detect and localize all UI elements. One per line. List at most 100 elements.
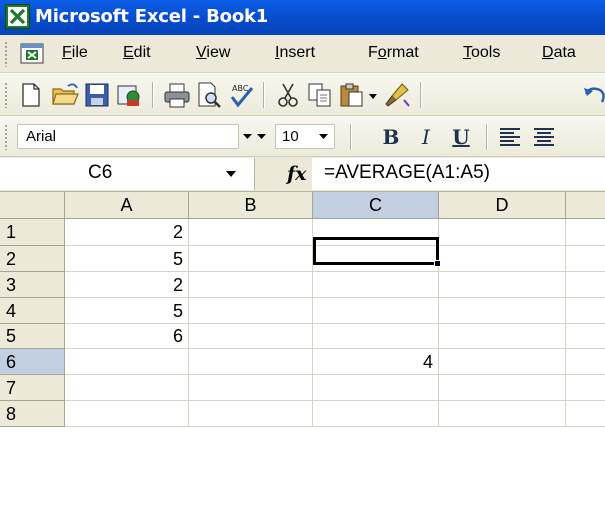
cell-a6[interactable] xyxy=(65,349,189,375)
toolbar-grip[interactable] xyxy=(4,82,8,108)
size-dropdown-arrow-icon[interactable] xyxy=(316,125,332,148)
formatting-grip[interactable] xyxy=(4,124,8,150)
spelling-icon[interactable]: ABC xyxy=(226,80,256,110)
column-header-b[interactable]: B xyxy=(189,192,313,219)
fill-handle[interactable] xyxy=(434,260,441,267)
cell-a4[interactable]: 5 xyxy=(65,298,189,324)
cell-b5[interactable] xyxy=(189,324,313,349)
cell-c5[interactable] xyxy=(313,324,439,349)
workbook-icon[interactable] xyxy=(20,41,46,65)
name-box-value: C6 xyxy=(88,162,113,183)
menu-data[interactable]: Data xyxy=(542,44,576,62)
insert-function-icon[interactable]: fx xyxy=(287,163,307,185)
menu-grip[interactable] xyxy=(4,41,8,67)
name-box-dropdown-icon[interactable] xyxy=(226,171,236,177)
cell-c4[interactable] xyxy=(313,298,439,324)
cell-a8[interactable] xyxy=(65,401,189,427)
align-center-icon[interactable] xyxy=(530,123,558,151)
menu-file[interactable]: File xyxy=(62,44,88,62)
paste-icon[interactable] xyxy=(337,80,367,110)
standard-toolbar: ABC xyxy=(0,73,605,116)
menu-insert[interactable]: Insert xyxy=(275,44,315,62)
row-header-7[interactable]: 7 xyxy=(0,375,65,401)
column-header-d[interactable]: D xyxy=(439,192,566,219)
font-name-select[interactable]: Arial xyxy=(17,124,266,149)
menu-edit[interactable]: Edit xyxy=(123,44,151,62)
toolbar-separator xyxy=(152,82,153,108)
cell-c7[interactable] xyxy=(313,375,439,401)
cell-e7[interactable] xyxy=(566,375,605,401)
permission-icon[interactable] xyxy=(114,80,144,110)
menu-bar: File Edit View Insert Format Tools Data xyxy=(0,35,605,73)
title-bar[interactable]: Microsoft Excel - Book1 xyxy=(0,0,605,35)
cell-e3[interactable] xyxy=(566,272,605,298)
cell-b1[interactable] xyxy=(189,219,313,246)
cell-e4[interactable] xyxy=(566,298,605,324)
cell-a1[interactable]: 2 xyxy=(65,219,189,246)
align-left-icon[interactable] xyxy=(496,123,524,151)
cell-b8[interactable] xyxy=(189,401,313,427)
new-icon[interactable] xyxy=(16,80,46,110)
row-header-6[interactable]: 6 xyxy=(0,349,65,375)
print-preview-icon[interactable] xyxy=(194,80,224,110)
cell-a7[interactable] xyxy=(65,375,189,401)
copy-icon[interactable] xyxy=(305,80,335,110)
cell-d6[interactable] xyxy=(439,349,566,375)
print-icon[interactable] xyxy=(162,80,192,110)
cell-d4[interactable] xyxy=(439,298,566,324)
font-dropdown-arrow-icon[interactable] xyxy=(254,125,270,148)
italic-button[interactable]: I xyxy=(413,124,439,150)
cell-a5[interactable]: 6 xyxy=(65,324,189,349)
row-header-1[interactable]: 1 xyxy=(0,219,65,246)
row-header-5[interactable]: 5 xyxy=(0,324,65,349)
column-header-a[interactable]: A xyxy=(65,192,189,219)
underline-button[interactable]: U xyxy=(448,124,474,150)
open-icon[interactable] xyxy=(50,80,80,110)
cell-b3[interactable] xyxy=(189,272,313,298)
row-header-4[interactable]: 4 xyxy=(0,298,65,324)
cell-c3[interactable] xyxy=(313,272,439,298)
paste-dropdown-arrow-icon[interactable] xyxy=(366,80,380,110)
save-icon[interactable] xyxy=(82,80,112,110)
cell-e2[interactable] xyxy=(566,246,605,272)
cut-icon[interactable] xyxy=(273,80,303,110)
select-all-corner[interactable] xyxy=(0,192,65,219)
cell-a2[interactable]: 5 xyxy=(65,246,189,272)
cell-e8[interactable] xyxy=(566,401,605,427)
name-box[interactable]: C6 xyxy=(0,158,255,190)
cell-b7[interactable] xyxy=(189,375,313,401)
toolbar-separator xyxy=(420,82,421,108)
cell-b4[interactable] xyxy=(189,298,313,324)
cell-e1[interactable] xyxy=(566,219,605,246)
font-dropdown-arrow-icon[interactable] xyxy=(240,124,256,149)
row-header-3[interactable]: 3 xyxy=(0,272,65,298)
cell-d1[interactable] xyxy=(439,219,566,246)
cell-d8[interactable] xyxy=(439,401,566,427)
menu-view[interactable]: View xyxy=(196,44,230,62)
row-header-2[interactable]: 2 xyxy=(0,246,65,272)
cell-c1[interactable] xyxy=(313,219,439,246)
cell-c8[interactable] xyxy=(313,401,439,427)
cell-d5[interactable] xyxy=(439,324,566,349)
menu-tools[interactable]: Tools xyxy=(463,44,500,62)
cell-d7[interactable] xyxy=(439,375,566,401)
bold-button[interactable]: B xyxy=(378,124,404,150)
format-painter-icon[interactable] xyxy=(382,80,412,110)
cell-c6[interactable]: 4 xyxy=(313,349,439,375)
formula-input[interactable]: =AVERAGE(A1:A5) xyxy=(312,158,605,190)
cell-c2[interactable] xyxy=(313,246,439,272)
cell-d3[interactable] xyxy=(439,272,566,298)
toolbar-separator xyxy=(263,82,264,108)
font-size-select[interactable]: 10 xyxy=(275,124,335,149)
undo-icon[interactable] xyxy=(580,80,605,110)
cell-e5[interactable] xyxy=(566,324,605,349)
menu-format[interactable]: Format xyxy=(368,44,419,62)
cell-b2[interactable] xyxy=(189,246,313,272)
cell-e6[interactable] xyxy=(566,349,605,375)
cell-b6[interactable] xyxy=(189,349,313,375)
cell-a3[interactable]: 2 xyxy=(65,272,189,298)
column-header-c[interactable]: C xyxy=(313,192,439,219)
row-header-8[interactable]: 8 xyxy=(0,401,65,427)
cell-d2[interactable] xyxy=(439,246,566,272)
column-header-e[interactable] xyxy=(566,192,605,219)
